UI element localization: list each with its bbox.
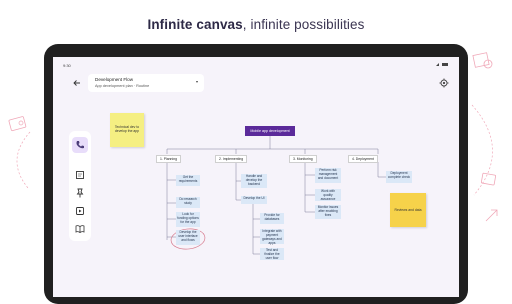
headline: Infinite canvas, infinite possibilities	[147, 17, 365, 32]
app-screen: 9:30 Development Flow App development pl…	[53, 57, 459, 297]
mindmap-node[interactable]: Deployment complete check	[386, 171, 412, 183]
mindmap-node[interactable]: Monitor issues after enabling fixes	[315, 205, 341, 219]
mindmap-node[interactable]: Test and finalize the user flow	[260, 248, 284, 260]
mindmap-node[interactable]: Work with quality assurance	[315, 189, 341, 201]
mindmap-root[interactable]: Mobile app development	[245, 126, 295, 136]
mindmap-node[interactable]: Develop the user interface and flows	[176, 230, 200, 245]
mindmap-node[interactable]: Get the requirements	[176, 175, 200, 186]
mindmap-node[interactable]: Handle and develop the backend	[241, 174, 267, 188]
mindmap-node[interactable]: Perform risk management and document	[315, 168, 341, 183]
wallet-decoration-icon	[480, 172, 497, 186]
mindmap-category[interactable]: 2. Implementing	[215, 155, 248, 163]
mindmap-category[interactable]: 1. Planning	[156, 155, 181, 163]
arrow-decoration-icon	[485, 209, 498, 222]
dashed-curve-decoration	[16, 131, 31, 189]
mindmap-node[interactable]: Provide for databases	[260, 213, 284, 224]
mindmap-node[interactable]: Do research study	[176, 197, 200, 208]
mindmap-node[interactable]: Integrate with payment gateways and apps	[260, 229, 284, 245]
mindmap-node[interactable]: Develop the UI	[241, 196, 267, 204]
mindmap-category[interactable]: 3. Monitoring	[289, 155, 317, 163]
shapes-decoration-icon	[472, 52, 493, 69]
mindmap-category[interactable]: 4. Deployment	[348, 155, 378, 163]
mindmap-node[interactable]: Look for funding options for the app	[176, 212, 200, 227]
